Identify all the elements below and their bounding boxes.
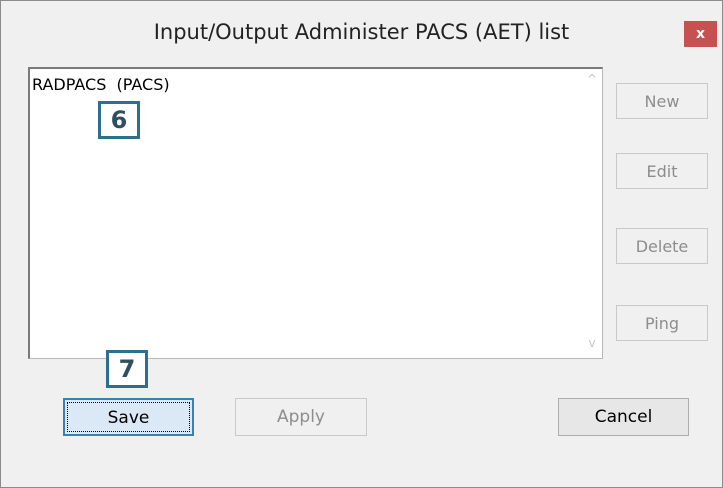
cancel-button[interactable]: Cancel xyxy=(558,398,689,436)
close-icon: x xyxy=(695,26,706,42)
callout-marker-6: 6 xyxy=(98,101,140,139)
ping-button[interactable]: Ping xyxy=(616,305,708,341)
new-button[interactable]: New xyxy=(616,83,708,119)
scroll-up-icon[interactable]: ^ xyxy=(582,71,602,87)
title-bar[interactable]: Input/Output Administer PACS (AET) list … xyxy=(1,1,722,63)
close-button[interactable]: x xyxy=(684,21,717,47)
scroll-down-icon[interactable]: v xyxy=(582,335,602,351)
dialog-window: Input/Output Administer PACS (AET) list … xyxy=(0,0,723,488)
save-button[interactable]: Save xyxy=(63,398,194,436)
delete-button[interactable]: Delete xyxy=(616,228,708,264)
edit-button[interactable]: Edit xyxy=(616,153,708,189)
save-button-label: Save xyxy=(107,408,150,428)
callout-marker-7: 7 xyxy=(106,350,148,388)
list-item[interactable]: RADPACS (PACS) xyxy=(32,75,170,94)
apply-button[interactable]: Apply xyxy=(235,398,367,436)
window-title: Input/Output Administer PACS (AET) list xyxy=(153,20,570,44)
